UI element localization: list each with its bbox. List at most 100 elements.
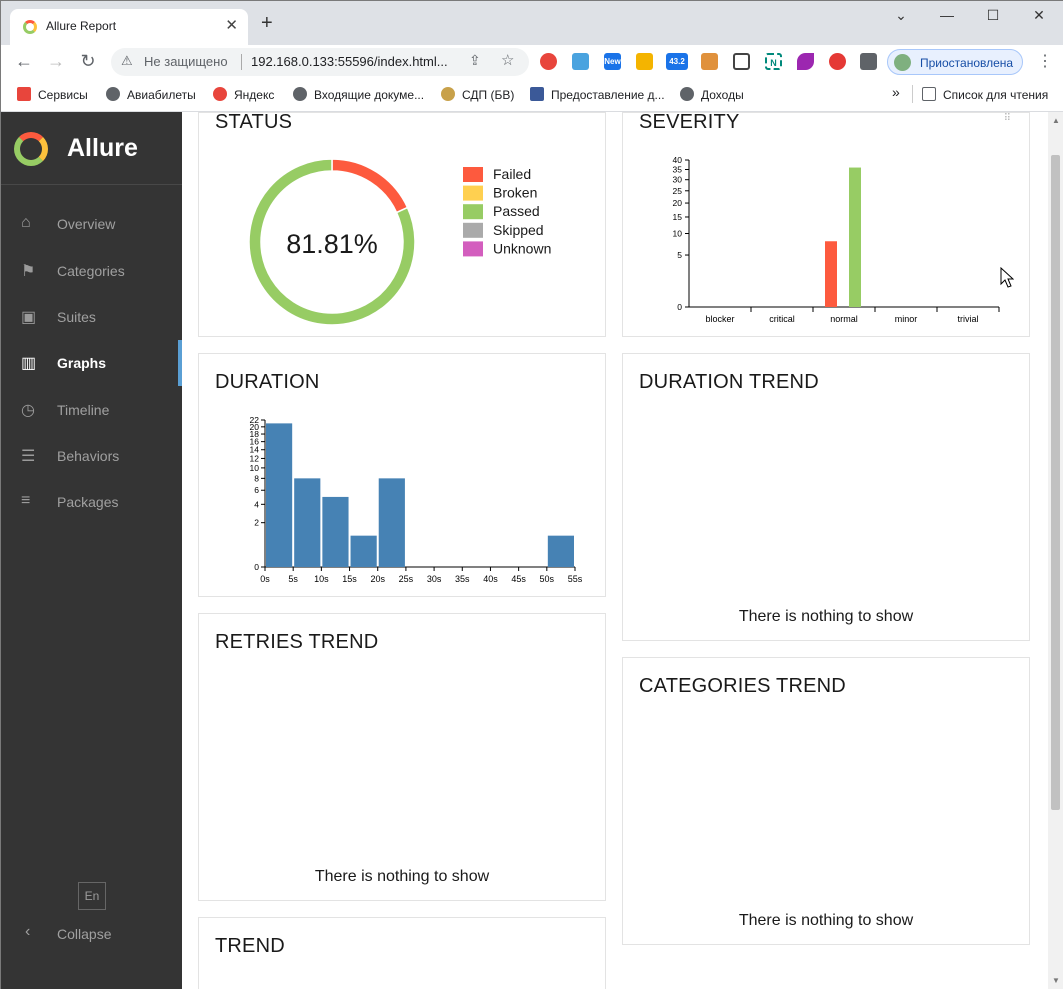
- clipboard-extension-icon[interactable]: [572, 53, 589, 70]
- apps-grid-icon: [17, 87, 31, 101]
- address-bar[interactable]: ⚠ Не защищено 192.168.0.133:55596/index.…: [111, 48, 529, 76]
- severity-x-tick-label: normal: [830, 314, 858, 324]
- globe-icon: [293, 87, 307, 101]
- puzzle-extensions-icon[interactable]: [860, 53, 877, 70]
- speed-extension-icon[interactable]: 43.2: [666, 53, 688, 70]
- reload-icon[interactable]: ↻: [77, 51, 99, 72]
- sidebar-item-suites[interactable]: ▣ Suites: [1, 294, 182, 340]
- legend-label-passed: Passed: [493, 203, 540, 219]
- minimize-button[interactable]: —: [924, 7, 970, 23]
- duration-y-tick-label: 6: [254, 485, 259, 495]
- scroll-up-icon[interactable]: ▲: [1052, 116, 1060, 125]
- sidebar-item-overview[interactable]: ⌂ Overview: [1, 201, 182, 247]
- sidebar-item-graphs[interactable]: ▥ Graphs: [1, 340, 182, 386]
- edit-extension-icon[interactable]: [636, 53, 653, 70]
- reading-list-button[interactable]: Список для чтения: [922, 87, 1048, 102]
- bookmark-label: Яндекс: [234, 88, 275, 102]
- bookmark-inbox[interactable]: Входящие докуме...: [293, 87, 424, 102]
- feather-extension-icon[interactable]: [797, 53, 814, 70]
- share-icon[interactable]: ⇪: [469, 52, 481, 69]
- bookmark-services[interactable]: Сервисы: [17, 87, 88, 102]
- warning-icon[interactable]: ⚠: [121, 53, 133, 69]
- screenshot-extension-icon[interactable]: [733, 53, 750, 70]
- bookmarks-divider: [912, 85, 913, 103]
- forward-arrow-icon[interactable]: →: [45, 51, 67, 72]
- bar-chart-icon: ▥: [21, 355, 37, 372]
- severity-x-tick-label: minor: [895, 314, 918, 324]
- scrollbar-thumb[interactable]: [1051, 155, 1060, 810]
- severity-widget: SEVERITY ⠿ 0 5 10 15 20 25 30 35 40 blocker critic…: [622, 112, 1030, 337]
- browser-window: Allure Report ✕ + ⌄ — ☐ ✕ ← → ↻ ⚠ Не защ…: [0, 0, 1063, 989]
- document-icon: [530, 87, 544, 101]
- sidebar-item-packages[interactable]: ≡ Packages: [1, 479, 182, 525]
- bookmark-income[interactable]: Доходы: [680, 87, 744, 102]
- sidebar-item-timeline[interactable]: ◷ Timeline: [1, 387, 182, 433]
- globe-icon: [106, 87, 120, 101]
- duration-histogram: 02468101214161820220s 5s 10s 15s 20s 25s 30s 35…: [250, 415, 583, 584]
- duration-x-tick-label: 55s: [568, 574, 583, 584]
- duration-x-tick-label: 40s: [483, 574, 498, 584]
- url-text[interactable]: 192.168.0.133:55596/index.html...: [251, 54, 448, 69]
- widget-title: TREND: [215, 935, 285, 957]
- widget-title: DURATION TREND: [639, 371, 819, 393]
- close-tab-icon[interactable]: ✕: [225, 16, 238, 34]
- duration-bar: [266, 423, 293, 567]
- duration-bar: [322, 496, 349, 567]
- emblem-icon: [441, 87, 455, 101]
- widget-title: CATEGORIES TREND: [639, 675, 846, 697]
- duration-y-tick-label: 12: [250, 453, 260, 463]
- sidebar: Allure ⌂ Overview ⚑ Categories ▣ Suites …: [1, 112, 182, 989]
- browser-toolbar: ← → ↻ ⚠ Не защищено 192.168.0.133:55596/…: [1, 45, 1063, 79]
- duration-widget: DURATION 0 2 4 6 8 10 12 14 16 18 20 22 0s 5s 10s 15s 20…: [198, 353, 606, 597]
- n-extension-icon[interactable]: N: [765, 53, 782, 70]
- eb-extension-icon[interactable]: [829, 53, 846, 70]
- flag-icon: ⚑: [21, 263, 36, 280]
- bookmarks-overflow-icon[interactable]: »: [892, 84, 900, 100]
- back-arrow-icon[interactable]: ←: [13, 51, 35, 72]
- security-status[interactable]: Не защищено: [144, 54, 228, 69]
- bookmark-sdp[interactable]: СДП (БВ): [441, 87, 514, 102]
- severity-y-tick-label: 15: [673, 212, 683, 222]
- allure-favicon-icon: [23, 20, 37, 34]
- maximize-button[interactable]: ☐: [970, 7, 1016, 24]
- severity-x-tick-label: trivial: [957, 314, 978, 324]
- allure-logo-icon[interactable]: [14, 132, 48, 166]
- bookmark-yandex[interactable]: Яндекс: [213, 87, 274, 102]
- new-tab-button[interactable]: +: [261, 13, 273, 33]
- sidebar-divider: [1, 184, 182, 185]
- chevron-down-icon[interactable]: ⌄: [878, 7, 924, 24]
- omnibox-divider: [241, 54, 242, 70]
- sidebar-item-behaviors[interactable]: ☰ Behaviors: [1, 433, 182, 479]
- hammer-extension-icon[interactable]: [701, 53, 718, 70]
- bookmark-star-icon[interactable]: ☆: [501, 51, 514, 69]
- legend-swatch-passed: [463, 204, 483, 220]
- new-extension-icon[interactable]: New: [604, 53, 621, 70]
- sidebar-item-label: Graphs: [57, 355, 107, 371]
- sidebar-item-categories[interactable]: ⚑ Categories: [1, 248, 182, 294]
- bookmark-provision[interactable]: Предоставление д...: [530, 87, 665, 102]
- magnet-extension-icon[interactable]: [540, 53, 557, 70]
- language-button[interactable]: En: [78, 882, 106, 910]
- collapse-button[interactable]: ‹ Collapse: [1, 920, 182, 950]
- vertical-scrollbar[interactable]: ▲ ▼: [1048, 112, 1063, 989]
- sidebar-item-label: Behaviors: [57, 448, 120, 464]
- close-window-button[interactable]: ✕: [1016, 7, 1062, 24]
- browser-menu-icon[interactable]: ⋮: [1037, 51, 1053, 71]
- pie-slice-failed: [331, 158, 409, 214]
- profile-button[interactable]: Приостановлена: [887, 49, 1023, 75]
- duration-x-tick-label: 50s: [540, 574, 555, 584]
- reading-list-label: Список для чтения: [943, 88, 1049, 102]
- tab-allure-report[interactable]: Allure Report ✕: [10, 9, 248, 45]
- legend-swatch-skipped: [463, 222, 483, 238]
- duration-x-tick-label: 45s: [511, 574, 526, 584]
- brand-name[interactable]: Allure: [67, 134, 138, 163]
- bookmark-flights[interactable]: Авиабилеты: [106, 87, 196, 102]
- severity-bar-chart: 0 5 10 15 20 25303540 blocker critical normal min…: [673, 155, 1000, 324]
- chevron-left-icon: ‹: [25, 923, 31, 940]
- home-icon: ⌂: [21, 214, 31, 231]
- duration-y-tick-label: 22: [250, 415, 260, 425]
- duration-y-tick-label: 0: [254, 562, 259, 572]
- tab-title: Allure Report: [46, 19, 117, 33]
- scroll-down-icon[interactable]: ▼: [1052, 976, 1060, 985]
- severity-y-tick-label: 20: [673, 198, 683, 208]
